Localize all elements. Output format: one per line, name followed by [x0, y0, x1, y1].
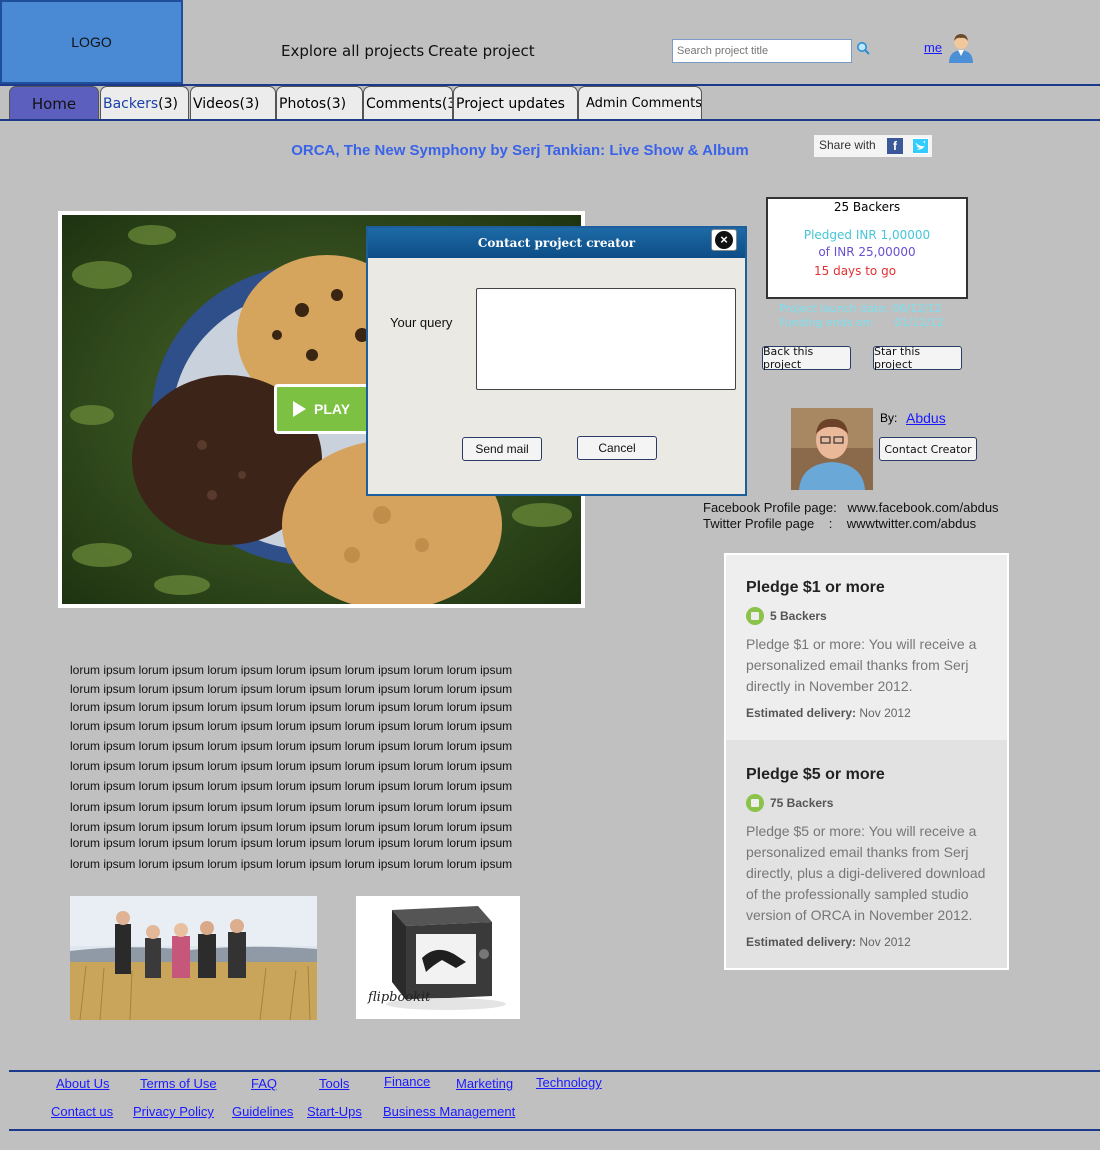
query-label: Your query [390, 315, 453, 330]
tab-project-updates-label: Project updates [456, 95, 565, 112]
tabs-divider [0, 119, 1100, 121]
tab-admin-comments-label: Admin Comments [586, 96, 702, 111]
goal-amount: of INR 25,00000 [818, 245, 916, 259]
description-line: lorum ipsum lorum ipsum lorum ipsum loru… [70, 682, 513, 696]
close-icon: × [715, 231, 733, 249]
delivery-value: Nov 2012 [859, 706, 911, 720]
twitter-profile-line: Twitter Profile page : wwwtwitter.com/ab… [703, 516, 977, 531]
contact-creator-button[interactable]: Contact Creator [879, 437, 977, 461]
creator-avatar[interactable] [791, 408, 873, 490]
star-project-button[interactable]: Star this project [873, 345, 962, 371]
footer-link-privacy[interactable]: Privacy Policy [133, 1104, 214, 1119]
pledge-backers: 5 Backers [746, 607, 987, 625]
creator-name-link[interactable]: Abdus [906, 410, 946, 426]
footer-bottom-divider [9, 1129, 1100, 1131]
pledge-description: Pledge $5 or more: You will receive a pe… [746, 823, 986, 923]
description-line: lorum ipsum lorum ipsum lorum ipsum loru… [70, 759, 513, 773]
tab-backers[interactable]: Backers (3) [100, 86, 189, 120]
send-mail-button[interactable]: Send mail [462, 437, 542, 461]
delivery-label: Estimated delivery: [746, 706, 857, 720]
pledge-description: Pledge $1 or more: You will receive a pe… [746, 636, 977, 694]
tab-photos[interactable]: Photos(3) [276, 86, 363, 120]
pledge-title: Pledge $5 or more [746, 766, 885, 783]
description-line: lorum ipsum lorum ipsum lorum ipsum loru… [70, 700, 513, 714]
footer-link-business[interactable]: Business Management [383, 1104, 515, 1119]
description-line: lorum ipsum lorum ipsum lorum ipsum loru… [70, 800, 513, 814]
pledge-title: Pledge $1 or more [746, 579, 885, 596]
footer-link-terms[interactable]: Terms of Use [140, 1076, 217, 1091]
user-avatar-icon[interactable] [946, 31, 976, 63]
pledged-amount: Pledged INR 1,00000 [803, 228, 931, 242]
footer-link-tools[interactable]: Tools [319, 1076, 349, 1091]
description-line: lorum ipsum lorum ipsum lorum ipsum loru… [70, 719, 513, 733]
footer-link-contact[interactable]: Contact us [51, 1104, 113, 1119]
pledge-backers-count: 75 Backers [770, 796, 834, 810]
tab-project-updates[interactable]: Project updates [453, 86, 578, 120]
footer-link-faq[interactable]: FAQ [251, 1076, 277, 1091]
pledge-delivery: Estimated delivery: Nov 2012 [746, 706, 987, 720]
twitter-icon[interactable] [912, 138, 929, 154]
pledge-list: Pledge $1 or more 5 Backers Pledge $1 or… [724, 553, 1009, 970]
description-line: lorum ipsum lorum ipsum lorum ipsum loru… [70, 739, 513, 753]
footer-top-divider [9, 1070, 1100, 1072]
footer-link-finance[interactable]: Finance [384, 1074, 430, 1089]
funding-stats-box: 25 Backers Pledged INR 1,00000 of INR 25… [766, 197, 968, 299]
team-field-photo[interactable] [70, 896, 317, 1020]
facebook-profile-line: Facebook Profile page: www.facebook.com/… [703, 500, 999, 515]
footer-link-marketing[interactable]: Marketing [456, 1076, 513, 1091]
site-logo[interactable]: LOGO [0, 0, 183, 84]
tab-home[interactable]: Home [9, 86, 99, 120]
pledge-card[interactable]: Pledge $5 or more 75 Backers Pledge $5 o… [726, 740, 1007, 968]
backer-badge-icon [746, 794, 764, 812]
footer-link-about[interactable]: About Us [56, 1076, 109, 1091]
facebook-icon[interactable]: f [887, 138, 903, 154]
tab-admin-comments[interactable]: Admin Comments [578, 86, 702, 120]
description-line: lorum ipsum lorum ipsum lorum ipsum loru… [70, 663, 513, 677]
launch-date: Project launch date: 06/12/12 [779, 302, 942, 315]
description-line: lorum ipsum lorum ipsum lorum ipsum loru… [70, 857, 513, 871]
footer-link-guidelines[interactable]: Guidelines [232, 1104, 293, 1119]
pledge-delivery: Estimated delivery: Nov 2012 [746, 935, 987, 949]
cancel-button[interactable]: Cancel [577, 436, 657, 460]
play-label: PLAY [314, 401, 351, 417]
by-label: By: [880, 411, 898, 425]
pledge-card[interactable]: Pledge $1 or more 5 Backers Pledge $1 or… [726, 555, 1007, 740]
nav-create-project[interactable]: Create project [428, 42, 535, 60]
funding-end-date: Funding ends on: 01/12/12 [779, 316, 944, 329]
play-button[interactable]: PLAY [274, 384, 370, 434]
tab-videos-label: Videos(3) [193, 95, 260, 112]
backer-badge-icon [746, 607, 764, 625]
nav-explore-projects[interactable]: Explore all projects [281, 42, 424, 60]
search-icon[interactable] [856, 41, 870, 55]
tab-backers-label: Backers [103, 95, 159, 112]
tab-backers-count: (3) [158, 95, 178, 112]
tab-home-label: Home [31, 94, 77, 113]
pledge-backers: 75 Backers [746, 794, 987, 812]
search-input[interactable] [672, 39, 852, 63]
user-profile-link[interactable]: me [924, 40, 942, 55]
flipbookit-caption: flipbookit [368, 990, 431, 1005]
backers-total: 25 Backers [833, 200, 901, 214]
modal-close-button[interactable]: × [711, 229, 737, 251]
modal-title: Contact project creator [368, 228, 745, 258]
flipbookit-photo[interactable]: flipbookit [356, 896, 520, 1019]
footer-link-startups[interactable]: Start-Ups [307, 1104, 362, 1119]
play-icon [293, 401, 306, 417]
delivery-value: Nov 2012 [859, 935, 911, 949]
delivery-label: Estimated delivery: [746, 935, 857, 949]
back-project-button[interactable]: Back this project [762, 345, 851, 371]
share-label: Share with [819, 138, 876, 152]
description-line: lorum ipsum lorum ipsum lorum ipsum loru… [70, 836, 513, 850]
tab-videos[interactable]: Videos(3) [190, 86, 276, 120]
tab-comments[interactable]: Comments(3 [363, 86, 453, 120]
description-line: lorum ipsum lorum ipsum lorum ipsum loru… [70, 779, 513, 793]
footer-link-technology[interactable]: Technology [536, 1075, 602, 1090]
days-left: 15 days to go [814, 264, 897, 278]
query-textarea[interactable] [476, 288, 736, 390]
tab-photos-label: Photos(3) [279, 95, 347, 112]
pledge-backers-count: 5 Backers [770, 609, 827, 623]
tab-comments-label: Comments(3 [366, 95, 453, 112]
description-line: lorum ipsum lorum ipsum lorum ipsum loru… [70, 820, 513, 834]
logo-text: LOGO [71, 34, 112, 50]
